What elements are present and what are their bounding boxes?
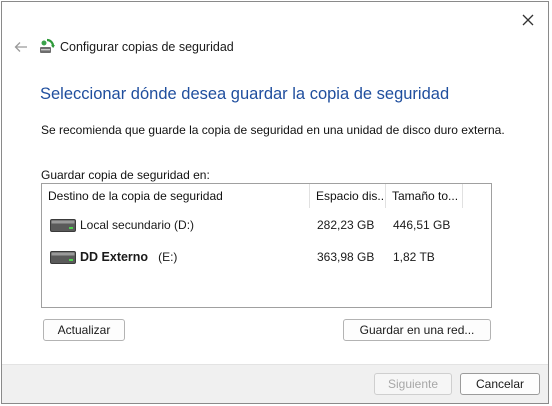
column-header-total-size[interactable]: Tamaño to... [386, 184, 463, 208]
back-button[interactable] [12, 38, 30, 56]
list-header: Destino de la copia de seguridad Espacio… [42, 184, 491, 208]
drive-letter: (E:) [158, 250, 178, 264]
next-button[interactable]: Siguiente [374, 373, 452, 395]
drive-icon [50, 251, 76, 264]
drive-icon [50, 219, 76, 232]
destination-list-label: Guardar copia de seguridad en: [41, 168, 210, 182]
back-arrow-icon [14, 42, 27, 52]
drive-total-size: 1,82 TB [393, 250, 435, 264]
destination-list[interactable]: Destino de la copia de seguridad Espacio… [41, 183, 492, 308]
drive-name-group: DD Externo (E:) [80, 242, 177, 272]
window-title: Configurar copias de seguridad [60, 40, 234, 54]
page-heading: Seleccionar dónde desea guardar la copia… [40, 85, 450, 103]
save-on-network-button[interactable]: Guardar en una red... [343, 319, 491, 341]
close-button[interactable] [514, 8, 542, 32]
column-header-free-space[interactable]: Espacio dis... [310, 184, 386, 208]
list-item-drive-d[interactable]: Local secundario (D:) 282,23 GB 446,51 G… [42, 210, 491, 240]
drive-free-space: 363,98 GB [317, 250, 375, 264]
wizard-header: Configurar copias de seguridad [12, 36, 234, 58]
drive-total-size: 446,51 GB [393, 218, 451, 232]
backup-wizard-window: Configurar copias de seguridad Seleccion… [1, 1, 549, 404]
close-icon [522, 14, 534, 26]
cancel-button[interactable]: Cancelar [460, 373, 540, 395]
refresh-button[interactable]: Actualizar [43, 319, 125, 341]
backup-icon [40, 38, 55, 53]
list-item-drive-e[interactable]: DD Externo (E:) 363,98 GB 1,82 TB [42, 242, 491, 272]
column-header-destination[interactable]: Destino de la copia de seguridad [42, 184, 310, 208]
recommendation-text: Se recomienda que guarde la copia de seg… [41, 123, 505, 137]
drive-free-space: 282,23 GB [317, 218, 375, 232]
wizard-footer: Siguiente Cancelar [2, 364, 548, 403]
drive-name: Local secundario (D:) [80, 218, 195, 232]
drive-name: DD Externo [80, 250, 149, 264]
